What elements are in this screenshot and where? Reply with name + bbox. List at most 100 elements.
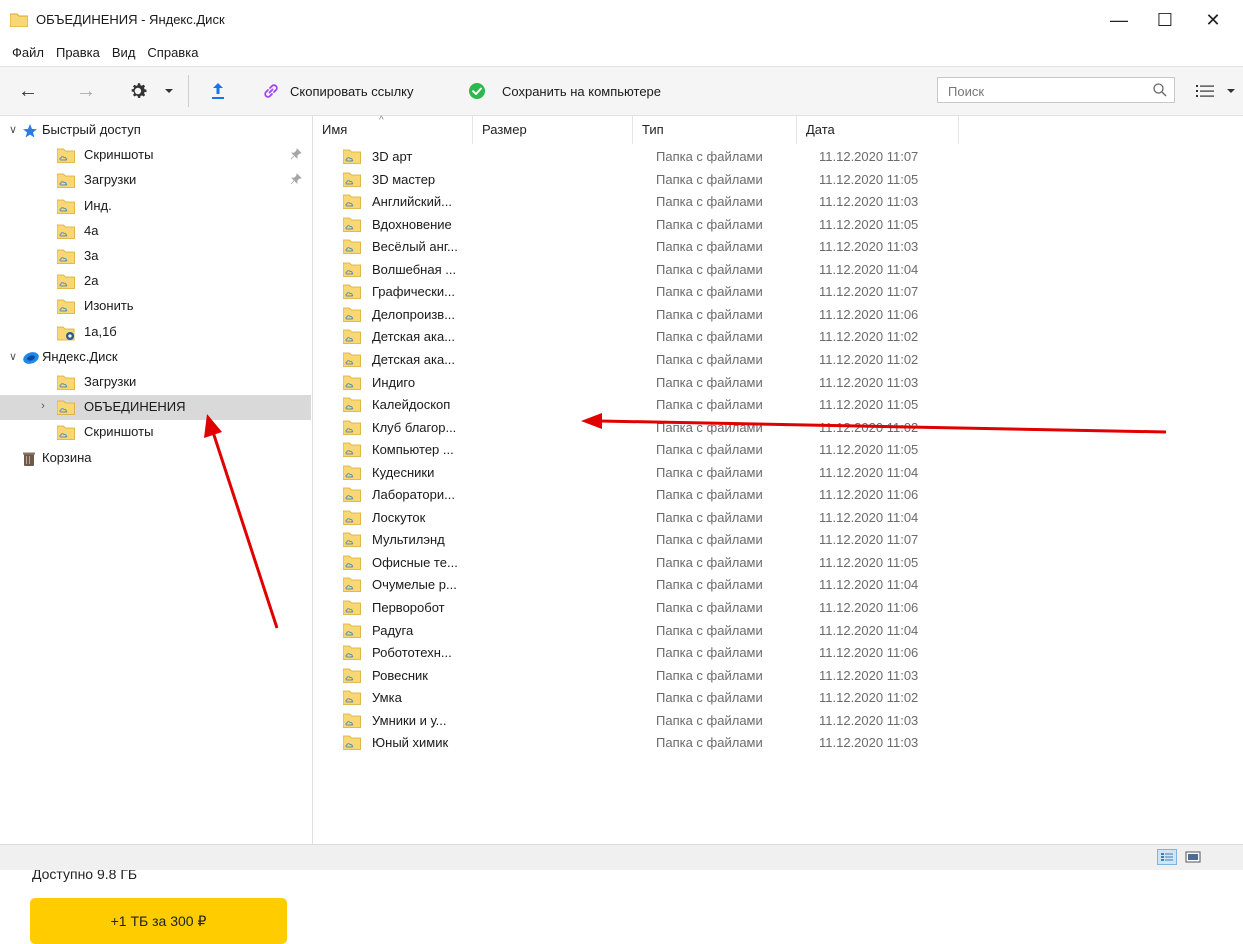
- sidebar-item[interactable]: 1а,1б: [0, 320, 311, 345]
- pin-icon[interactable]: [290, 173, 302, 188]
- sidebar-item[interactable]: ∨ Яндекс.Диск: [0, 345, 311, 370]
- folder-icon: [10, 13, 28, 27]
- sidebar-item-label: Загрузки: [84, 172, 137, 188]
- gear-icon: [131, 83, 147, 98]
- folder-cloud-icon: [342, 172, 361, 190]
- column-header-date[interactable]: Дата: [797, 116, 959, 144]
- file-date: 11.12.2020 11:02: [819, 419, 919, 435]
- file-row[interactable]: Перворобот Папка с файлами 11.12.2020 11:0…: [313, 597, 1243, 620]
- search-icon[interactable]: [1152, 82, 1168, 98]
- file-row[interactable]: Графически... Папка с файлами 11.12.2020 1…: [313, 281, 1243, 304]
- file-row[interactable]: Английский... Папка с файлами 11.12.2020 1…: [313, 191, 1243, 214]
- close-button[interactable]: ✕: [1190, 0, 1236, 40]
- thumbnail-view-button[interactable]: [1183, 849, 1203, 865]
- file-row[interactable]: 3D арт Папка с файлами 11.12.2020 11:07: [313, 146, 1243, 169]
- file-row[interactable]: Умка Папка с файлами 11.12.2020 11:02: [313, 687, 1243, 710]
- buy-storage-button[interactable]: +1 ТБ за 300 ₽: [30, 898, 287, 944]
- sidebar-item[interactable]: › ОБЪЕДИНЕНИЯ: [0, 395, 311, 421]
- sidebar-item[interactable]: Инд.: [0, 194, 311, 219]
- folder-cloud-icon: [342, 442, 361, 460]
- file-row[interactable]: Радуга Папка с файлами 11.12.2020 11:04: [313, 620, 1243, 643]
- menu-help[interactable]: Справка: [141, 43, 204, 63]
- sidebar-item[interactable]: Изонить: [0, 294, 311, 319]
- sidebar-item[interactable]: 4а: [0, 219, 311, 244]
- copy-link-button[interactable]: Скопировать ссылку: [262, 67, 414, 115]
- upload-button[interactable]: [206, 67, 230, 115]
- maximize-button[interactable]: ☐: [1142, 0, 1188, 40]
- sidebar-item-label: Скриншоты: [84, 147, 154, 163]
- sidebar-item[interactable]: Загрузки: [0, 370, 311, 395]
- file-type: Папка с файлами: [656, 464, 763, 480]
- file-row[interactable]: Ровесник Папка с файлами 11.12.2020 11:03: [313, 665, 1243, 688]
- menu-view[interactable]: Вид: [106, 43, 142, 63]
- chevron-down-icon[interactable]: ∨: [6, 123, 20, 136]
- menu-file[interactable]: Файл: [0, 43, 50, 63]
- file-date: 11.12.2020 11:04: [819, 622, 919, 638]
- file-date: 11.12.2020 11:03: [819, 735, 919, 751]
- back-button[interactable]: ←: [14, 67, 42, 115]
- file-name: Мультилэнд: [372, 532, 445, 548]
- check-circle-icon: [469, 83, 485, 99]
- folder-cloud-icon: [342, 194, 361, 212]
- save-to-computer-button[interactable]: Сохранить на компьютере: [468, 67, 661, 115]
- sidebar-item[interactable]: 3а: [0, 244, 311, 269]
- sidebar-item[interactable]: Скриншоты: [0, 143, 311, 168]
- file-row[interactable]: Компьютер ... Папка с файлами 11.12.2020 1…: [313, 439, 1243, 462]
- file-type: Папка с файлами: [656, 374, 763, 390]
- forward-button[interactable]: →: [72, 67, 100, 115]
- file-row[interactable]: Калейдоскоп Папка с файлами 11.12.2020 11:…: [313, 394, 1243, 417]
- menu-edit[interactable]: Правка: [50, 43, 106, 63]
- file-date: 11.12.2020 11:06: [819, 600, 919, 615]
- chevron-down-icon: [165, 89, 173, 93]
- file-row[interactable]: Мультилэнд Папка с файлами 11.12.2020 11:0…: [313, 529, 1243, 552]
- file-row[interactable]: Клуб благор... Папка с файлами 11.12.2020 …: [313, 417, 1243, 440]
- details-view-button[interactable]: [1157, 849, 1177, 865]
- file-type: Папка с файлами: [656, 397, 763, 413]
- chevron-down-icon[interactable]: ∨: [6, 350, 20, 363]
- file-row[interactable]: Очумелые р... Папка с файлами 11.12.2020 1…: [313, 574, 1243, 597]
- sidebar-item[interactable]: ∨ Быстрый доступ: [0, 118, 311, 143]
- file-type: Папка с файлами: [656, 532, 763, 548]
- file-name: Делопроизв...: [372, 306, 456, 322]
- file-row[interactable]: 3D мастер Папка с файлами 11.12.2020 11:05: [313, 169, 1243, 192]
- file-date: 11.12.2020 11:04: [819, 509, 919, 525]
- folder-cloud-icon: [342, 420, 361, 438]
- file-row[interactable]: Умники и у... Папка с файлами 11.12.2020 1…: [313, 710, 1243, 733]
- column-header-size[interactable]: Размер: [473, 116, 633, 144]
- view-mode-button[interactable]: [1196, 67, 1236, 115]
- file-name: Клуб благор...: [372, 419, 457, 435]
- file-row[interactable]: Лоскуток Папка с файлами 11.12.2020 11:04: [313, 507, 1243, 530]
- file-row[interactable]: Волшебная ... Папка с файлами 11.12.2020 1…: [313, 259, 1243, 282]
- file-type: Папка с файлами: [656, 645, 763, 661]
- pin-icon[interactable]: [290, 148, 302, 163]
- column-header-type[interactable]: Тип: [633, 116, 797, 144]
- file-row[interactable]: Вдохновение Папка с файлами 11.12.2020 11:…: [313, 214, 1243, 237]
- file-row[interactable]: Офисные те... Папка с файлами 11.12.2020 1…: [313, 552, 1243, 575]
- file-row[interactable]: Весёлый анг... Папка с файлами 11.12.2020 …: [313, 236, 1243, 259]
- search-input[interactable]: [946, 81, 1150, 101]
- file-row[interactable]: Лаборатори... Папка с файлами 11.12.2020 1…: [313, 484, 1243, 507]
- column-type-label: Тип: [642, 122, 664, 137]
- chevron-right-icon[interactable]: ›: [36, 400, 50, 412]
- file-name: Перворобот: [372, 600, 445, 615]
- sidebar-item[interactable]: Загрузки: [0, 168, 311, 193]
- file-row[interactable]: Кудесники Папка с файлами 11.12.2020 11:04: [313, 462, 1243, 485]
- upload-icon: [212, 83, 224, 99]
- file-row[interactable]: Делопроизв... Папка с файлами 11.12.2020 1…: [313, 304, 1243, 327]
- file-row[interactable]: Детская ака... Папка с файлами 11.12.2020 …: [313, 326, 1243, 349]
- sidebar-item[interactable]: Корзина: [0, 446, 311, 471]
- list-view-icon: [1196, 85, 1214, 97]
- sidebar-item-label: 3а: [84, 248, 99, 263]
- sidebar-item[interactable]: Скриншоты: [0, 420, 311, 445]
- file-row[interactable]: Детская ака... Папка с файлами 11.12.2020 …: [313, 349, 1243, 372]
- sidebar-item[interactable]: 2а: [0, 269, 311, 294]
- file-row[interactable]: Робототехн... Папка с файлами 11.12.2020 1…: [313, 642, 1243, 665]
- column-header-name[interactable]: Имя ^: [313, 115, 473, 144]
- settings-button[interactable]: [128, 67, 178, 115]
- minimize-button[interactable]: —: [1096, 0, 1142, 40]
- file-name: Лоскуток: [372, 509, 426, 525]
- file-type: Папка с файлами: [656, 149, 763, 164]
- file-row[interactable]: Индиго Папка с файлами 11.12.2020 11:03: [313, 372, 1243, 395]
- file-row[interactable]: Юный химик Папка с файлами 11.12.2020 11:0…: [313, 732, 1243, 755]
- file-date: 11.12.2020 11:05: [819, 171, 919, 187]
